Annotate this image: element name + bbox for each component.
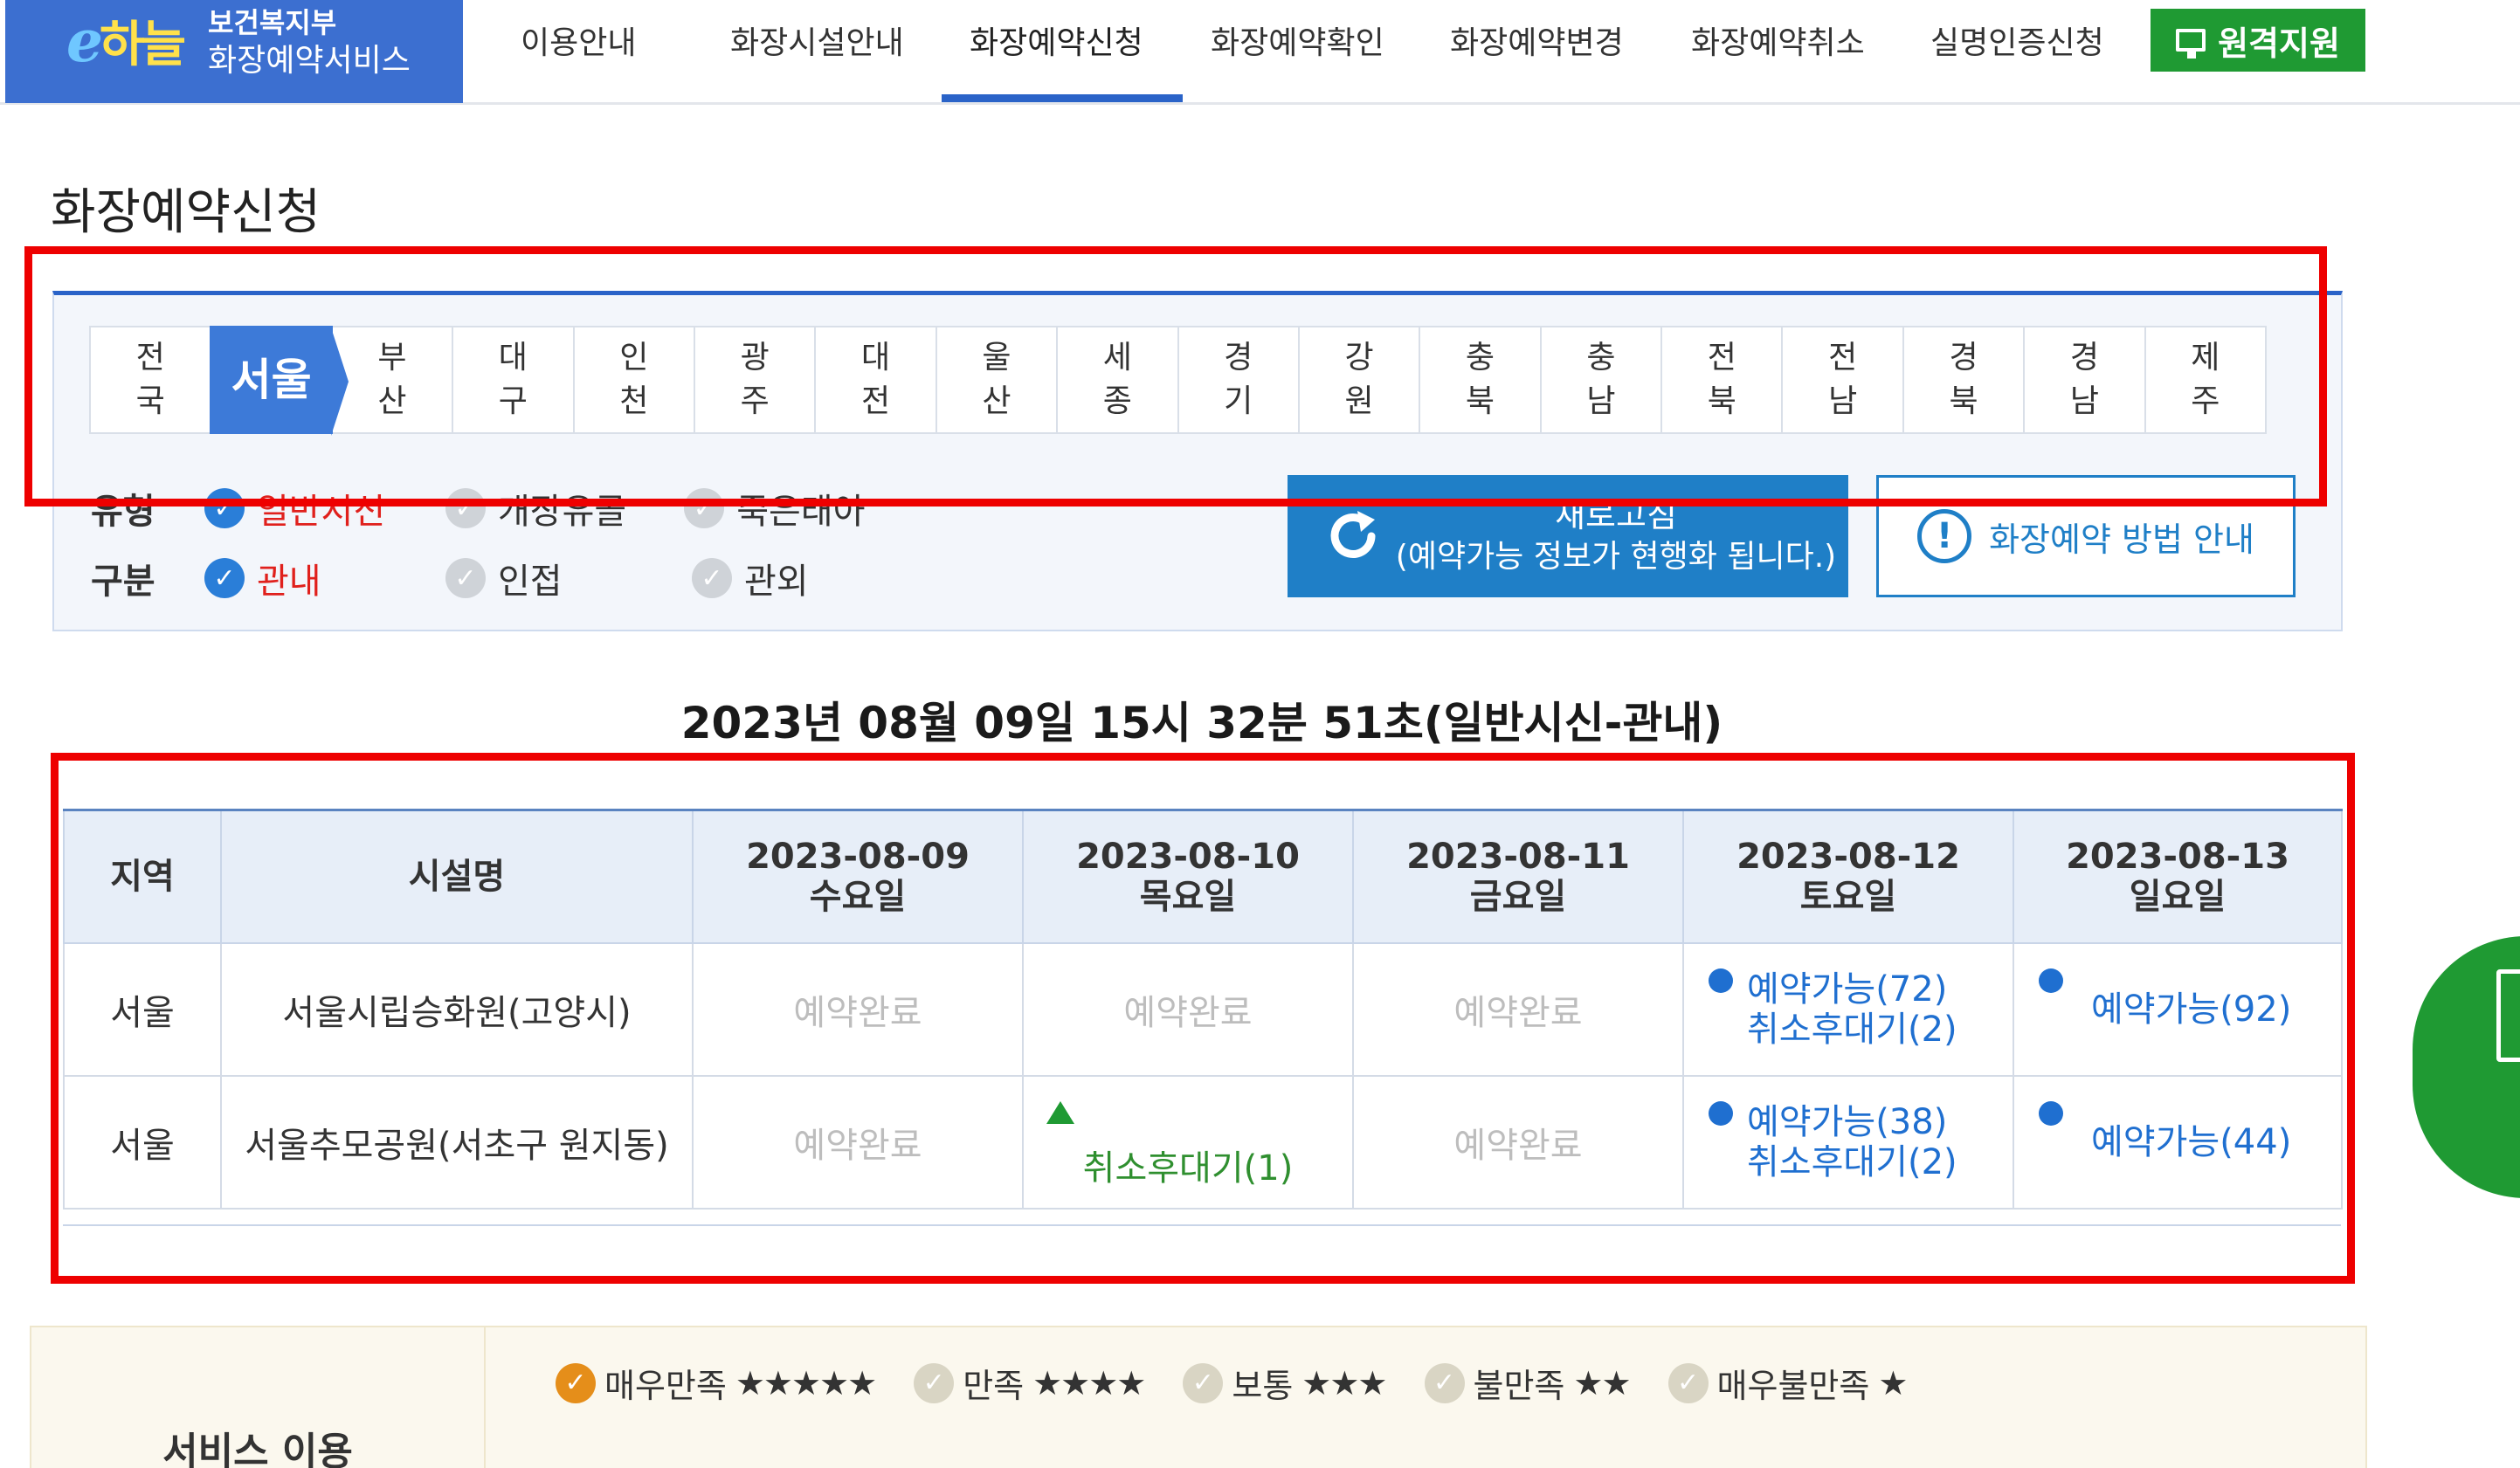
nav-facility-guide[interactable]: 화장시설안내 [730,17,904,63]
star-icons: ★★★ [1301,1363,1387,1403]
remote-support-label: 원격지원 [2218,24,2340,63]
survey-option-very-dissatisfied[interactable]: ✓ 매우불만족 ★ [1667,1359,1908,1407]
monitor-icon [2176,29,2206,59]
star-icons: ★★★★★ [735,1363,877,1403]
site-header: e하늘 보건복지부 화장예약서비스 이용안내 화장시설안내 화장예약신청 화장예… [0,0,2520,105]
exclamation-icon: ! [1917,509,1972,563]
check-circle-icon: ✓ [445,558,486,598]
star-icons: ★★★★ [1032,1363,1146,1403]
availability-headline: 2023년 08월 09일 15시 32분 51초(일반시신-관내) [680,698,1723,748]
scope-filter-label: 구분 [91,562,155,602]
check-circle-icon: ✓ [1424,1362,1465,1403]
logo-mark: e하늘 [66,7,186,75]
refresh-icon [1322,506,1384,567]
nav-reservation-check[interactable]: 화장예약확인 [1211,17,1384,63]
check-circle-icon: ✓ [1183,1362,1224,1403]
logo-text: 보건복지부 화장예약서비스 [208,3,411,80]
document-icon [2496,969,2520,1062]
satisfaction-survey: 서비스 이용 ✓ 매우만족 ★★★★★ ✓ 만족 ★★★★ ✓ 보통 ★★★ ✓ 불만… [30,1326,2367,1468]
highlight-box-table [51,753,2355,1284]
survey-options: ✓ 매우만족 ★★★★★ ✓ 만족 ★★★★ ✓ 보통 ★★★ ✓ 불만족 ★★ ✓ 매… [556,1359,1908,1407]
survey-option-very-satisfied[interactable]: ✓ 매우만족 ★★★★★ [556,1359,877,1407]
nav-realname-auth[interactable]: 실명인증신청 [1930,17,2104,63]
survey-option-neutral[interactable]: ✓ 보통 ★★★ [1183,1359,1388,1407]
scope-option-outside[interactable]: ✓ 관외 [692,553,809,603]
site-logo[interactable]: e하늘 보건복지부 화장예약서비스 [5,0,463,103]
nav-usage-guide[interactable]: 이용안내 [521,17,636,63]
page-title: 화장예약신청 [51,184,321,241]
star-icons: ★★ [1573,1363,1631,1403]
check-circle-icon: ✓ [914,1362,955,1403]
check-circle-icon: ✓ [204,558,245,598]
active-nav-indicator [942,94,1183,102]
floating-side-button[interactable] [2413,936,2520,1198]
nav-reservation-change[interactable]: 화장예약변경 [1450,17,1624,63]
logo-ministry: 보건복지부 [208,6,337,39]
refresh-text: 새로고침 (예약가능 정보가 현행화 됩니다.) [1395,496,1837,575]
remote-support-button[interactable]: 원격지원 [2151,9,2365,72]
star-icons: ★ [1878,1363,1908,1403]
check-circle-icon: ✓ [1667,1362,1709,1403]
survey-label: 서비스 이용 [31,1327,486,1468]
check-circle-icon: ✓ [556,1362,596,1403]
survey-option-satisfied[interactable]: ✓ 만족 ★★★★ [914,1359,1146,1407]
survey-option-dissatisfied[interactable]: ✓ 불만족 ★★ [1424,1359,1632,1407]
nav-reservation-cancel[interactable]: 화장예약취소 [1691,17,1865,63]
scope-option-local[interactable]: ✓ 관내 [204,553,388,603]
scope-option-adjacent[interactable]: ✓ 인접 [445,553,634,603]
highlight-box-regions [24,246,2327,507]
reservation-guide-label: 화장예약 방법 안내 [1989,520,2254,559]
logo-service: 화장예약서비스 [208,43,411,79]
check-circle-icon: ✓ [692,558,732,598]
scope-filter-row: 구분 ✓ 관내 ✓ 인접 ✓ 관외 [91,552,866,604]
nav-reservation-apply[interactable]: 화장예약신청 [970,17,1143,63]
